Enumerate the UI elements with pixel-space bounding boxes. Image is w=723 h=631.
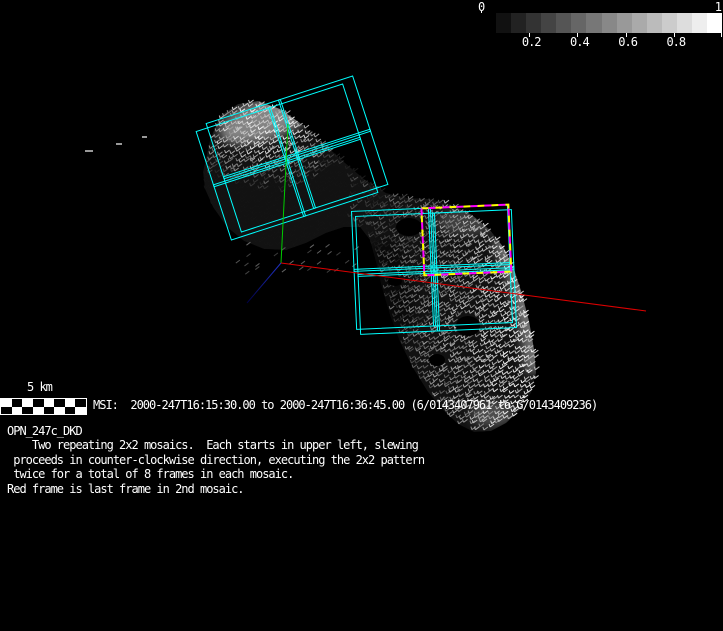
annotation-line: proceeds in counter-clockwise direction,… (7, 453, 424, 467)
scale-bar-cell (12, 399, 23, 407)
scale-bar-label: 5 km (27, 380, 87, 398)
colorbar-tick-label: 0.4 (570, 35, 589, 49)
colorbar: 0 1 0.20.40.60.8 (475, 0, 723, 52)
colorbar-step (586, 13, 601, 33)
scale-bar-cell (33, 399, 44, 407)
scale-bar-cell (22, 399, 33, 407)
scale-bar-cell (54, 407, 65, 415)
scale-bar-cell (65, 407, 76, 415)
3d-viewport[interactable] (0, 0, 723, 631)
scale-bar-cell (54, 399, 65, 407)
asteroid-model (203, 86, 539, 432)
colorbar-step (662, 13, 677, 33)
colorbar-step (632, 13, 647, 33)
colorbar-step (707, 13, 722, 33)
colorbar-step (617, 13, 632, 33)
scale-bar-cell (1, 399, 12, 407)
scale-bar: 5 km (0, 380, 87, 415)
scale-bar-cell (75, 407, 86, 415)
colorbar-max-label: 1 (715, 0, 721, 14)
sequence-id: OPN_247c_DKD (7, 424, 424, 438)
colorbar-step (511, 13, 526, 33)
colorbar-step (526, 13, 541, 33)
scale-bar-cell (12, 407, 23, 415)
annotation-block: OPN_247c_DKD Two repeating 2x2 mosaics. … (7, 424, 424, 496)
scale-bar-cell (75, 399, 86, 407)
colorbar-step (541, 13, 556, 33)
background-specks (85, 136, 147, 152)
colorbar-step (692, 13, 707, 33)
colorbar-tick-label: 0.6 (618, 35, 637, 49)
scale-bar-cell (65, 399, 76, 407)
colorbar-step (647, 13, 662, 33)
annotation-line: twice for a total of 8 frames in each mo… (7, 467, 424, 481)
scale-bar-cell (44, 399, 55, 407)
colorbar-step (496, 13, 511, 33)
colorbar-step (481, 13, 496, 33)
colorbar-step (571, 13, 586, 33)
colorbar-step (556, 13, 571, 33)
colorbar-tick-label: 0.2 (522, 35, 541, 49)
scale-bar-cell (1, 407, 12, 415)
msi-sequence-viewer: 0 1 0.20.40.60.8 5 km MSI: 2000-247T16:1… (0, 0, 723, 631)
status-line: MSI: 2000-247T16:15:30.00 to 2000-247T16… (93, 398, 597, 412)
scale-bar-cell (44, 407, 55, 415)
annotation-line: Two repeating 2x2 mosaics. Each starts i… (7, 438, 424, 452)
z-axis-line (247, 263, 281, 303)
colorbar-step (602, 13, 617, 33)
colorbar-tick-label: 0.8 (666, 35, 685, 49)
scale-bar-cell (33, 407, 44, 415)
scale-bar-checker (0, 398, 87, 415)
colorbar-gradient (481, 13, 722, 33)
annotation-line: Red frame is last frame in 2nd mosaic. (7, 482, 424, 496)
colorbar-step (677, 13, 692, 33)
scale-bar-cell (22, 407, 33, 415)
